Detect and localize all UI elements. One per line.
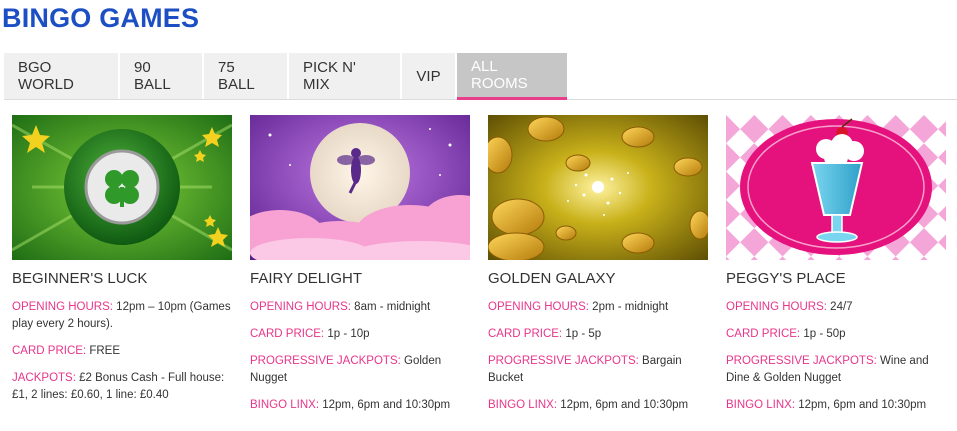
progressive-jackpots: PROGRESSIVE JACKPOTS: Golden Nugget	[250, 353, 470, 387]
opening-hours: OPENING HOURS: 8am - midnight	[250, 299, 470, 316]
room-name[interactable]: FAIRY DELIGHT	[250, 270, 470, 287]
room-name[interactable]: GOLDEN GALAXY	[488, 270, 708, 287]
jackpots-label: JACKPOTS:	[12, 372, 76, 384]
card-price-label: CARD PRICE:	[250, 328, 325, 340]
room-image-fairy-delight[interactable]	[250, 115, 470, 260]
progressive-jackpots-label: PROGRESSIVE JACKPOTS:	[250, 355, 401, 367]
bingo-linx: BINGO LINX: 12pm, 6pm and 10:30pm	[250, 397, 470, 414]
milkshake-icon	[726, 115, 946, 260]
fairy-moon-icon	[250, 115, 470, 260]
opening-hours-label: OPENING HOURS:	[488, 301, 589, 313]
bingo-linx-value: 12pm, 6pm and 10:30pm	[560, 399, 689, 411]
room-card-golden-galaxy: GOLDEN GALAXY OPENING HOURS: 2pm - midni…	[488, 115, 708, 424]
opening-hours-value: 8am - midnight	[354, 301, 431, 313]
bingo-linx-value: 12pm, 6pm and 10:30pm	[322, 399, 451, 411]
gold-coins-icon	[488, 115, 708, 260]
opening-hours-label: OPENING HOURS:	[250, 301, 351, 313]
card-price-value: FREE	[89, 345, 120, 357]
room-info: OPENING HOURS: 12pm – 10pm (Games play e…	[12, 299, 232, 404]
room-image-golden-galaxy[interactable]	[488, 115, 708, 260]
bingo-linx: BINGO LINX: 12pm, 6pm and 10:30pm	[488, 397, 708, 414]
room-card-peggys-place: PEGGY'S PLACE OPENING HOURS: 24/7 CARD P…	[726, 115, 946, 424]
room-info: OPENING HOURS: 8am - midnight CARD PRICE…	[250, 299, 470, 414]
bingo-linx-label: BINGO LINX:	[250, 399, 320, 411]
tab-75-ball[interactable]: 75 BALL	[204, 53, 287, 99]
opening-hours-value: 2pm - midnight	[592, 301, 669, 313]
opening-hours: OPENING HOURS: 12pm – 10pm (Games play e…	[12, 299, 232, 333]
card-price-value: 1p - 10p	[327, 328, 370, 340]
card-price-value: 1p - 5p	[565, 328, 602, 340]
progressive-jackpots-label: PROGRESSIVE JACKPOTS:	[488, 355, 639, 367]
opening-hours-label: OPENING HOURS:	[12, 301, 113, 313]
bingo-linx-value: 12pm, 6pm and 10:30pm	[798, 399, 927, 411]
bingo-linx-label: BINGO LINX:	[488, 399, 558, 411]
card-price-value: 1p - 50p	[803, 328, 846, 340]
page-title: BINGO GAMES	[2, 3, 200, 33]
progressive-jackpots: PROGRESSIVE JACKPOTS: Wine and Dine & Go…	[726, 353, 946, 387]
tab-pick-n-mix[interactable]: PICK N' MIX	[289, 53, 400, 99]
card-price-label: CARD PRICE:	[726, 328, 801, 340]
jackpots: JACKPOTS: £2 Bonus Cash - Full house: £1…	[12, 370, 232, 404]
room-tabs: BGO WORLD 90 BALL 75 BALL PICK N' MIX VI…	[4, 53, 957, 100]
opening-hours: OPENING HOURS: 24/7	[726, 299, 946, 316]
card-price: CARD PRICE: 1p - 5p	[488, 326, 708, 343]
card-price: CARD PRICE: FREE	[12, 343, 232, 360]
progressive-jackpots: PROGRESSIVE JACKPOTS: Bargain Bucket	[488, 353, 708, 387]
progressive-jackpots-label: PROGRESSIVE JACKPOTS:	[726, 355, 877, 367]
card-price: CARD PRICE: 1p - 50p	[726, 326, 946, 343]
opening-hours: OPENING HOURS: 2pm - midnight	[488, 299, 708, 316]
room-info: OPENING HOURS: 2pm - midnight CARD PRICE…	[488, 299, 708, 414]
tab-90-ball[interactable]: 90 BALL	[120, 53, 202, 99]
room-card-fairy-delight: FAIRY DELIGHT OPENING HOURS: 8am - midni…	[250, 115, 470, 424]
room-card-beginners-luck: BEGINNER'S LUCK OPENING HOURS: 12pm – 10…	[12, 115, 232, 414]
tab-bgo-world[interactable]: BGO WORLD	[4, 53, 118, 99]
bingo-linx-label: BINGO LINX:	[726, 399, 796, 411]
tab-vip[interactable]: VIP	[402, 53, 455, 99]
bingo-linx: BINGO LINX: 12pm, 6pm and 10:30pm	[726, 397, 946, 414]
tab-all-rooms[interactable]: ALL ROOMS	[457, 53, 567, 100]
card-price-label: CARD PRICE:	[12, 345, 87, 357]
opening-hours-value: 24/7	[830, 301, 853, 313]
room-info: OPENING HOURS: 24/7 CARD PRICE: 1p - 50p…	[726, 299, 946, 414]
clover-ball-icon	[12, 115, 232, 260]
card-price: CARD PRICE: 1p - 10p	[250, 326, 470, 343]
room-image-peggys-place[interactable]	[726, 115, 946, 260]
opening-hours-label: OPENING HOURS:	[726, 301, 827, 313]
room-name[interactable]: BEGINNER'S LUCK	[12, 270, 232, 287]
room-name[interactable]: PEGGY'S PLACE	[726, 270, 946, 287]
room-image-beginners-luck[interactable]	[12, 115, 232, 260]
card-price-label: CARD PRICE:	[488, 328, 563, 340]
